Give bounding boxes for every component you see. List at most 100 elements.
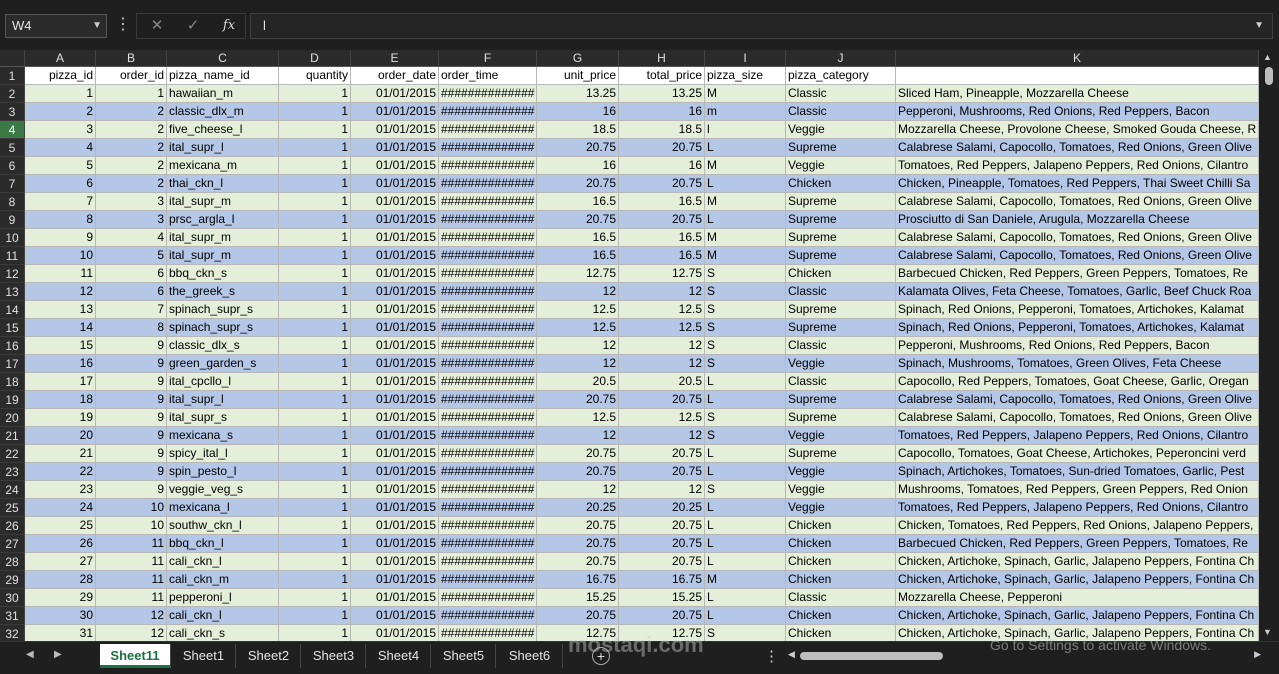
- cell-j[interactable]: Chicken: [786, 265, 896, 283]
- column-header-e[interactable]: E: [351, 50, 439, 67]
- row-header[interactable]: 30: [0, 589, 25, 607]
- cell-k[interactable]: Chicken, Tomatoes, Red Peppers, Red Onio…: [896, 517, 1259, 535]
- cell-a[interactable]: 7: [25, 193, 96, 211]
- tab-sheet6[interactable]: Sheet6: [497, 644, 563, 668]
- cell-b[interactable]: 11: [96, 553, 167, 571]
- cell-b[interactable]: 9: [96, 463, 167, 481]
- cell-j[interactable]: Veggie: [786, 427, 896, 445]
- cell-c[interactable]: ital_supr_m: [167, 193, 279, 211]
- cell-a[interactable]: 12: [25, 283, 96, 301]
- cell-f[interactable]: ##############: [439, 193, 537, 211]
- cell-b[interactable]: 9: [96, 373, 167, 391]
- cell-d[interactable]: 1: [279, 85, 351, 103]
- cell-g[interactable]: 20.75: [537, 175, 619, 193]
- cell-j[interactable]: Supreme: [786, 229, 896, 247]
- cell-c[interactable]: hawaiian_m: [167, 85, 279, 103]
- row-header[interactable]: 18: [0, 373, 25, 391]
- cell-g[interactable]: 12: [537, 427, 619, 445]
- cell-e[interactable]: 01/01/2015: [351, 463, 439, 481]
- cell-f[interactable]: ##############: [439, 499, 537, 517]
- cell-d[interactable]: 1: [279, 229, 351, 247]
- tab-sheet4[interactable]: Sheet4: [367, 644, 431, 668]
- cell-k[interactable]: Calabrese Salami, Capocollo, Tomatoes, R…: [896, 409, 1259, 427]
- cell-h[interactable]: 12.75: [619, 265, 705, 283]
- cell-g[interactable]: 20.75: [537, 211, 619, 229]
- cell-e[interactable]: 01/01/2015: [351, 121, 439, 139]
- cell-k[interactable]: Chicken, Artichoke, Spinach, Garlic, Jal…: [896, 607, 1259, 625]
- cell-i[interactable]: pizza_size: [705, 67, 786, 85]
- tab-sheet3[interactable]: Sheet3: [302, 644, 366, 668]
- cell-i[interactable]: S: [705, 355, 786, 373]
- column-header-b[interactable]: B: [96, 50, 167, 67]
- cell-a[interactable]: 28: [25, 571, 96, 589]
- cell-j[interactable]: Supreme: [786, 247, 896, 265]
- column-header-f[interactable]: F: [439, 50, 537, 67]
- cell-h[interactable]: 20.75: [619, 535, 705, 553]
- cell-a[interactable]: 29: [25, 589, 96, 607]
- cell-f[interactable]: ##############: [439, 157, 537, 175]
- row-header[interactable]: 25: [0, 499, 25, 517]
- cell-b[interactable]: order_id: [96, 67, 167, 85]
- cell-j[interactable]: Supreme: [786, 301, 896, 319]
- cell-b[interactable]: 12: [96, 625, 167, 641]
- row-header[interactable]: 27: [0, 535, 25, 553]
- cell-f[interactable]: ##############: [439, 445, 537, 463]
- cell-b[interactable]: 12: [96, 607, 167, 625]
- cell-k[interactable]: Calabrese Salami, Capocollo, Tomatoes, R…: [896, 391, 1259, 409]
- row-header[interactable]: 29: [0, 571, 25, 589]
- cell-a[interactable]: 6: [25, 175, 96, 193]
- cell-e[interactable]: 01/01/2015: [351, 85, 439, 103]
- cell-h[interactable]: 20.75: [619, 391, 705, 409]
- cell-h[interactable]: 16.5: [619, 247, 705, 265]
- cell-f[interactable]: ##############: [439, 337, 537, 355]
- cell-i[interactable]: M: [705, 571, 786, 589]
- cell-g[interactable]: 20.75: [537, 463, 619, 481]
- cell-c[interactable]: green_garden_s: [167, 355, 279, 373]
- cell-j[interactable]: Veggie: [786, 463, 896, 481]
- cell-b[interactable]: 9: [96, 481, 167, 499]
- cell-e[interactable]: 01/01/2015: [351, 175, 439, 193]
- cell-f[interactable]: ##############: [439, 85, 537, 103]
- cell-d[interactable]: 1: [279, 139, 351, 157]
- row-header[interactable]: 11: [0, 247, 25, 265]
- cell-j[interactable]: Supreme: [786, 409, 896, 427]
- cell-b[interactable]: 8: [96, 319, 167, 337]
- row-header[interactable]: 17: [0, 355, 25, 373]
- cell-j[interactable]: Supreme: [786, 391, 896, 409]
- cell-i[interactable]: S: [705, 481, 786, 499]
- cell-g[interactable]: 12: [537, 481, 619, 499]
- cell-g[interactable]: 12: [537, 355, 619, 373]
- cell-h[interactable]: 12: [619, 427, 705, 445]
- formula-input[interactable]: l ▼: [250, 13, 1273, 39]
- cell-b[interactable]: 10: [96, 499, 167, 517]
- cell-j[interactable]: Supreme: [786, 445, 896, 463]
- cell-k[interactable]: Tomatoes, Red Peppers, Jalapeno Peppers,…: [896, 499, 1259, 517]
- cell-j[interactable]: Veggie: [786, 157, 896, 175]
- cell-c[interactable]: ital_supr_m: [167, 229, 279, 247]
- cell-k[interactable]: Tomatoes, Red Peppers, Jalapeno Peppers,…: [896, 427, 1259, 445]
- cell-k[interactable]: Calabrese Salami, Capocollo, Tomatoes, R…: [896, 193, 1259, 211]
- cell-k[interactable]: Pepperoni, Mushrooms, Red Onions, Red Pe…: [896, 337, 1259, 355]
- cell-d[interactable]: 1: [279, 517, 351, 535]
- cell-b[interactable]: 7: [96, 301, 167, 319]
- cell-b[interactable]: 11: [96, 589, 167, 607]
- tab-sheet11[interactable]: Sheet11: [100, 644, 171, 668]
- cell-h[interactable]: 12: [619, 355, 705, 373]
- cell-a[interactable]: 3: [25, 121, 96, 139]
- cell-i[interactable]: M: [705, 193, 786, 211]
- cell-e[interactable]: 01/01/2015: [351, 607, 439, 625]
- row-header[interactable]: 7: [0, 175, 25, 193]
- cell-e[interactable]: 01/01/2015: [351, 409, 439, 427]
- cell-i[interactable]: L: [705, 607, 786, 625]
- cell-b[interactable]: 9: [96, 409, 167, 427]
- cell-f[interactable]: ##############: [439, 553, 537, 571]
- cell-j[interactable]: Classic: [786, 85, 896, 103]
- row-header[interactable]: 14: [0, 301, 25, 319]
- next-sheet-icon[interactable]: ▶: [54, 649, 62, 660]
- row-header[interactable]: 15: [0, 319, 25, 337]
- cell-k[interactable]: Spinach, Red Onions, Pepperoni, Tomatoes…: [896, 301, 1259, 319]
- tab-sheet1[interactable]: Sheet1: [172, 644, 236, 668]
- cell-i[interactable]: L: [705, 175, 786, 193]
- cell-e[interactable]: 01/01/2015: [351, 427, 439, 445]
- cell-a[interactable]: 15: [25, 337, 96, 355]
